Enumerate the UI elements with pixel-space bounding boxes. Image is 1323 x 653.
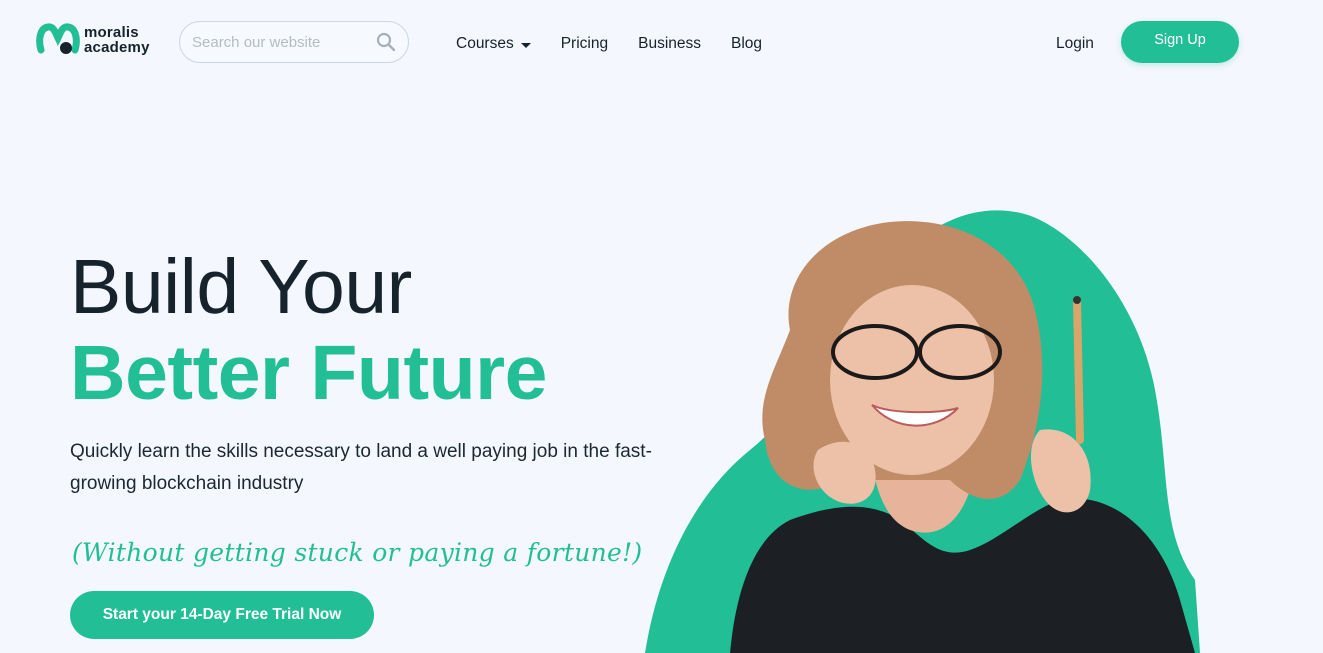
signup-button[interactable]: Sign Up (1121, 21, 1239, 63)
hero-image (645, 210, 1200, 653)
login-link[interactable]: Login (1056, 35, 1094, 53)
nav-business[interactable]: Business (638, 35, 701, 53)
site-header: moralis academy Courses Pricing Business… (0, 0, 1323, 90)
nav-pricing[interactable]: Pricing (561, 35, 608, 53)
nav-courses-label: Courses (456, 35, 514, 52)
chevron-down-icon (520, 42, 531, 48)
logo[interactable]: moralis academy (36, 22, 150, 58)
search-icon[interactable] (376, 32, 396, 52)
free-trial-button[interactable]: Start your 14-Day Free Trial Now (70, 591, 374, 639)
moralis-logo-icon (36, 23, 80, 54)
search-input[interactable] (192, 33, 372, 51)
hero-title-line2: Better Future (70, 330, 547, 416)
nav-courses[interactable]: Courses (456, 35, 531, 53)
nav-blog[interactable]: Blog (731, 35, 762, 53)
logo-line1: moralis (84, 24, 139, 41)
pencil-icon (1073, 296, 1084, 444)
logo-text: moralis academy (84, 25, 150, 55)
logo-line2: academy (84, 39, 150, 56)
main-nav: Courses Pricing Business Blog (456, 35, 792, 53)
hero-title-line1: Build Your (70, 244, 412, 330)
search-box (179, 21, 409, 63)
hero-note: (Without getting stuck or paying a fortu… (72, 538, 643, 567)
hero-description: Quickly learn the skills necessary to la… (70, 441, 652, 494)
